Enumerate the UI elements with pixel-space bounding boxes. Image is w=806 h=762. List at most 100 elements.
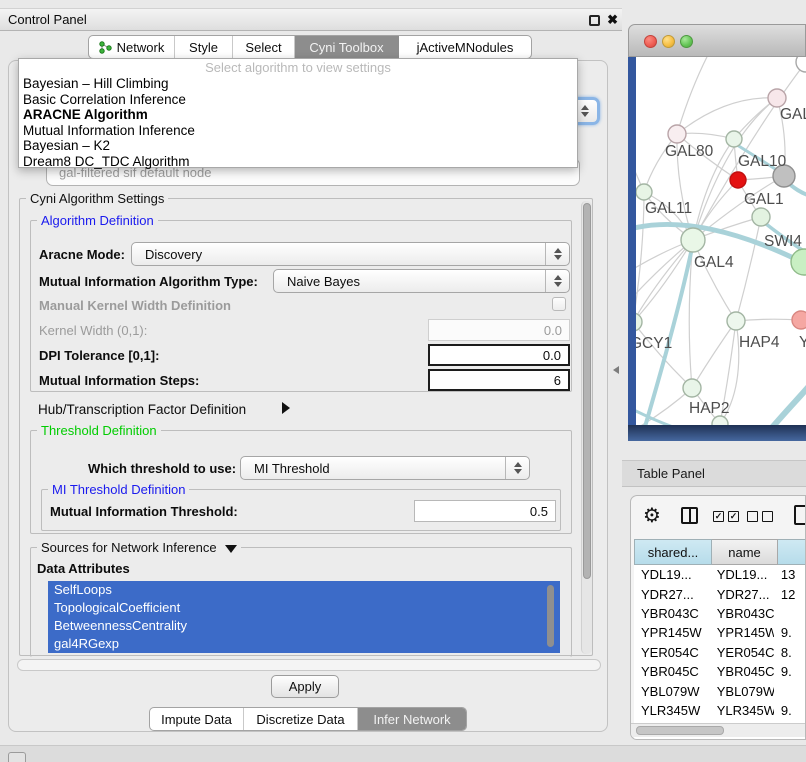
column-header-shared[interactable]: shared... <box>634 539 712 565</box>
network-node-gal1[interactable] <box>730 172 746 188</box>
node-label-swi4: SWI4 <box>764 233 802 250</box>
manual-kernel-checkbox[interactable] <box>552 297 566 311</box>
dropdown-item-dream8-dc-tdc-algorithm[interactable]: Dream8 DC_TDC Algorithm <box>19 154 577 170</box>
table-row[interactable]: YER054CYER054C8. <box>634 643 806 662</box>
table-row[interactable]: YDR27...YDR27...12 <box>634 584 806 603</box>
tab-impute-data[interactable]: Impute Data <box>150 708 244 730</box>
column-layout-icon[interactable] <box>681 507 698 524</box>
network-canvas[interactable]: GALGAL80GAL10GAL1GAL11SWI4GAL4GCY1HAP4YH… <box>636 57 806 425</box>
network-node-gal10[interactable] <box>726 131 742 147</box>
settings-scrollbar-thumb[interactable] <box>583 203 591 579</box>
network-node-gcy1[interactable] <box>636 313 642 331</box>
checked-checkbox-icon[interactable]: ✓ <box>713 511 724 522</box>
dpi-tolerance-field[interactable]: 0.0 <box>428 344 570 366</box>
table-row[interactable]: YLR345WYLR345W9. <box>634 701 806 720</box>
table-horizontal-scrollbar[interactable] <box>631 723 806 737</box>
table-cell: YBR045C <box>710 664 774 679</box>
node-label-y: Y <box>799 334 806 351</box>
aracne-mode-label: Aracne Mode: <box>39 247 125 262</box>
table-row[interactable]: YPR145WYPR145W9. <box>634 623 806 642</box>
network-node[interactable] <box>712 416 728 425</box>
table-scrollbar-thumb[interactable] <box>636 726 724 735</box>
panel-title: Control Panel <box>8 12 87 27</box>
network-node[interactable] <box>796 57 806 72</box>
apply-button[interactable]: Apply <box>271 675 339 698</box>
data-attributes-list[interactable]: SelfLoopsTopologicalCoefficientBetweenne… <box>48 581 560 653</box>
mi-type-select[interactable]: Naive Bayes <box>273 269 570 293</box>
settings-group-title: Cyni Algorithm Settings <box>26 191 168 206</box>
aracne-mode-select[interactable]: Discovery <box>131 242 570 266</box>
stepper-icon <box>505 457 529 479</box>
close-icon[interactable]: ✖ <box>607 12 618 28</box>
unchecked-checkbox-icon[interactable] <box>762 511 773 522</box>
close-traffic-light[interactable] <box>644 35 657 48</box>
tab-style[interactable]: Style <box>175 36 233 58</box>
node-label-hap2: HAP2 <box>689 400 730 417</box>
dropdown-item-basic-correlation-inference[interactable]: Basic Correlation Inference <box>19 92 577 108</box>
threshold-definition-group: Threshold Definition Which threshold to … <box>30 430 572 534</box>
network-node-gal11[interactable] <box>636 184 652 200</box>
mi-type-value: Naive Bayes <box>287 274 360 289</box>
table-row[interactable]: YDL19...YDL19...13 <box>634 565 806 584</box>
minimize-traffic-light[interactable] <box>662 35 675 48</box>
table-row[interactable]: YBR043CYBR043C <box>634 604 806 623</box>
network-node[interactable] <box>752 208 770 226</box>
unchecked-checkbox-icon[interactable] <box>747 511 758 522</box>
tab-discretize-data[interactable]: Discretize Data <box>244 708 358 730</box>
tab-infer-network[interactable]: Infer Network <box>358 708 466 730</box>
list-scrollbar-thumb[interactable] <box>547 585 554 647</box>
dropdown-item-bayesian-k2[interactable]: Bayesian – K2 <box>19 138 577 154</box>
node-label-gcy1: GCY1 <box>636 335 672 352</box>
dropdown-item-bayesian-hill-climbing[interactable]: Bayesian – Hill Climbing <box>19 76 577 92</box>
table-cell: 12 <box>774 587 806 602</box>
network-node-y[interactable] <box>792 311 806 329</box>
node-label-hap4: HAP4 <box>739 334 780 351</box>
attribute-item-betweennesscentrality[interactable]: BetweennessCentrality <box>48 617 560 635</box>
dropdown-item-aracne-algorithm[interactable]: ARACNE Algorithm <box>19 107 577 123</box>
network-node-swi4[interactable] <box>791 249 806 275</box>
panel-divider-arrow-icon[interactable] <box>613 366 619 374</box>
float-window-icon[interactable] <box>589 15 600 26</box>
attribute-item-topologicalcoefficient[interactable]: TopologicalCoefficient <box>48 599 560 617</box>
tab-network[interactable]: Network <box>89 36 175 58</box>
network-edge <box>736 217 761 321</box>
settings-scrollbar[interactable] <box>581 201 592 654</box>
document-icon[interactable] <box>794 505 806 525</box>
cyni-algorithm-settings-group: Cyni Algorithm Settings Algorithm Defini… <box>19 198 593 656</box>
minimized-panel-icon[interactable] <box>8 752 26 762</box>
top-tab-bar: NetworkStyleSelectCyni ToolboxjActiveMNo… <box>88 35 532 59</box>
attribute-item-selfloops[interactable]: SelfLoops <box>48 581 560 599</box>
maximize-traffic-light[interactable] <box>680 35 693 48</box>
attribute-item-gal4rgexp[interactable]: gal4RGexp <box>48 635 560 653</box>
network-node-gal[interactable] <box>768 89 786 107</box>
mi-threshold-label: Mutual Information Threshold: <box>50 504 238 519</box>
mi-steps-field[interactable]: 6 <box>428 369 570 391</box>
mi-threshold-field[interactable]: 0.5 <box>414 500 556 522</box>
tab-jactivemnodules[interactable]: jActiveMNodules <box>399 36 531 58</box>
horizontal-scrollbar[interactable] <box>17 659 601 671</box>
control-panel-titlebar: Control Panel ✖ <box>0 8 622 31</box>
which-threshold-select[interactable]: MI Threshold <box>240 456 530 480</box>
algorithm-dropdown: Select algorithm to view settings Bayesi… <box>18 58 578 168</box>
network-node-gal80[interactable] <box>668 125 686 143</box>
table-cell: YBR043C <box>710 606 774 621</box>
expand-arrow-icon[interactable] <box>282 402 290 414</box>
gear-icon[interactable]: ⚙ <box>643 503 661 527</box>
table-row[interactable]: YBR045CYBR045C9. <box>634 662 806 681</box>
dropdown-item-mutual-information-inference[interactable]: Mutual Information Inference <box>19 123 577 139</box>
tab-cyni-toolbox[interactable]: Cyni Toolbox <box>295 36 399 58</box>
network-node-hap2[interactable] <box>683 379 701 397</box>
collapse-arrow-icon[interactable] <box>225 545 237 553</box>
apply-button-label: Apply <box>289 679 322 694</box>
tab-select[interactable]: Select <box>233 36 295 58</box>
network-node-gal4[interactable] <box>681 228 705 252</box>
column-header-name[interactable]: name <box>712 539 778 565</box>
network-node-hap4[interactable] <box>727 312 745 330</box>
table-row[interactable]: YBL079WYBL079W <box>634 681 806 700</box>
column-header-partial[interactable] <box>778 539 806 565</box>
network-edge-highlighted <box>764 385 806 425</box>
network-icon <box>99 41 112 54</box>
network-window-titlebar[interactable] <box>628 24 806 57</box>
checked-checkbox-icon[interactable]: ✓ <box>728 511 739 522</box>
table-cell: YPR145W <box>710 625 774 640</box>
